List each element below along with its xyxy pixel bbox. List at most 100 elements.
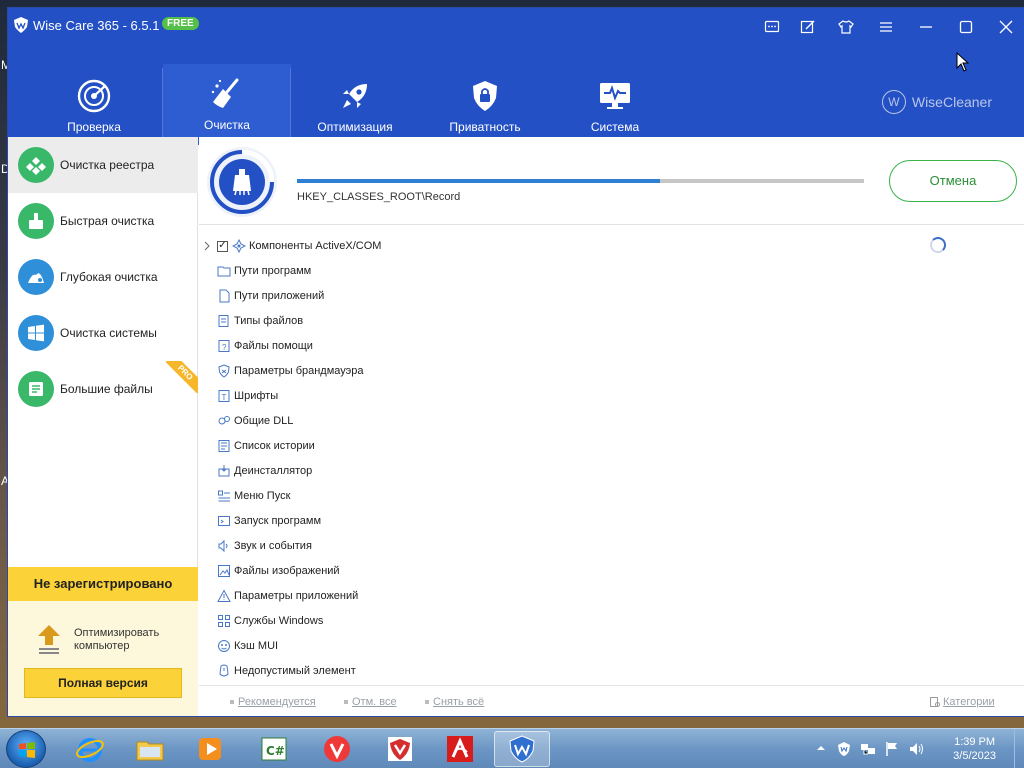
cancel-button[interactable]: Отмена [889,160,1017,202]
tab-label: Система [590,120,640,134]
mouse-cursor-icon [956,52,970,72]
action-center-flag-icon[interactable] [884,741,900,757]
sidebar-item-label: Быстрая очистка [60,214,155,228]
sidebar-item-registry-cleaner[interactable]: Очистка реестра [8,137,198,193]
recommended-link[interactable]: Рекомендуется [230,696,316,708]
taskbar-vivaldi[interactable] [309,731,365,767]
category-item[interactable]: Пути программ [217,260,311,282]
tab-system[interactable]: Система [551,66,679,144]
windows-flag-icon [19,742,35,758]
tab-label: Проверка [67,120,121,134]
category-item[interactable]: ✓ Компоненты ActiveX/COM [203,235,381,257]
category-item[interactable]: Типы файлов [217,310,303,332]
close-button[interactable] [997,18,1015,36]
image-file-icon [217,564,231,578]
content-area: HKEY_CLASSES_ROOT\Record Отмена ✓ Компоне… [199,137,1024,716]
category-item[interactable]: Общие DLL [217,410,293,432]
tray-wise-care-icon[interactable] [836,741,852,757]
shield-lock-icon [473,81,497,111]
category-label: Кэш MUI [234,640,279,652]
antivirus-shield-icon [388,737,412,761]
category-item[interactable]: Кэш MUI [217,635,278,657]
sidebar-item-system-clean[interactable]: Очистка системы [8,305,198,361]
services-icon [217,614,231,628]
category-item[interactable]: Деинсталлятор [217,460,312,482]
taskbar-antivirus[interactable] [372,731,428,767]
activex-icon [232,239,246,253]
wisecleaner-brand[interactable]: W WiseCleaner [881,90,992,114]
menu-button[interactable] [877,18,895,36]
internet-explorer-icon [76,738,104,762]
sidebar-item-large-files[interactable]: Большие файлы PRO [8,361,198,417]
tab-label: Очистка [204,118,250,132]
tray-overflow-chevron-icon[interactable] [816,743,826,753]
category-item[interactable]: Недопустимый элемент [217,660,356,682]
taskbar-wise-care[interactable] [494,731,550,767]
taskbar-avira[interactable] [432,731,488,767]
deep-clean-icon [18,259,54,295]
brand-name: WiseCleaner [911,94,992,110]
skin-button[interactable] [837,18,855,36]
edition-badge: FREE [162,17,199,30]
chat-icon [764,20,780,33]
window-title: Wise Care 365 - 6.5.1 [33,18,160,33]
category-item[interactable]: Пути приложений [217,285,324,307]
wisecleaner-logo-icon: W [881,90,906,114]
category-item[interactable]: T Шрифты [217,385,278,407]
maximize-button[interactable] [957,18,975,36]
sidebar-item-label: Очистка реестра [60,158,155,172]
optimize-promo-text: Оптимизировать компьютер [74,627,160,652]
category-item[interactable]: Службы Windows [217,610,323,632]
sidebar-item-quick-clean[interactable]: Быстрая очистка [8,193,198,249]
category-item[interactable]: ? Файлы помощи [217,335,313,357]
tab-optimization[interactable]: Оптимизация [291,66,419,144]
large-files-icon [18,371,54,407]
close-icon [999,20,1013,34]
category-item[interactable]: Файлы изображений [217,560,340,582]
wise-care-logo-icon [14,17,28,33]
category-item[interactable]: Параметры брандмауэра [217,360,364,382]
svg-text:?: ? [222,343,227,352]
check-all-link[interactable]: Отм. все [344,696,397,708]
category-checkbox[interactable]: ✓ [217,240,228,252]
expand-chevron-icon[interactable] [203,241,211,251]
taskbar-csharp-editor[interactable]: C# [246,731,302,767]
category-item[interactable]: Запуск программ [217,510,321,532]
edit-button[interactable] [799,18,817,36]
category-item[interactable]: Список истории [217,435,315,457]
uncheck-all-link[interactable]: Снять всё [425,696,484,708]
windows-logo-icon [18,315,54,351]
app-window: Wise Care 365 - 6.5.1 FREE Проверка Очис… [8,8,1024,716]
category-label: Деинсталлятор [234,465,313,477]
network-icon[interactable] [860,741,876,757]
category-item[interactable]: Звук и события [217,535,312,557]
tab-check[interactable]: Проверка [30,66,158,144]
categories-icon [930,697,940,708]
title-bar[interactable]: Wise Care 365 - 6.5.1 FREE [8,8,1024,48]
categories-link[interactable]: Категории [929,696,995,708]
taskbar-file-explorer[interactable] [122,731,178,767]
tab-privacy[interactable]: Приватность [421,66,549,144]
loading-spinner-icon [930,237,946,253]
registration-panel: Не зарегистрировано Оптимизировать компь… [8,567,198,716]
hamburger-menu-icon [880,22,892,32]
tab-cleanup[interactable]: Очистка [163,64,291,145]
minimize-button[interactable] [917,18,935,36]
font-icon: T [217,389,231,403]
rocket-icon [343,84,367,108]
startup-icon [217,514,231,528]
full-version-button[interactable]: Полная версия [24,668,182,698]
feedback-button[interactable] [763,18,781,36]
category-label: Список истории [234,440,315,452]
category-item[interactable]: Параметры приложений [217,585,358,607]
sidebar-item-deep-clean[interactable]: Глубокая очистка [8,249,198,305]
show-desktop-button[interactable] [1014,729,1024,768]
category-item[interactable]: Меню Пуск [217,485,290,507]
category-label: Файлы помощи [234,340,313,352]
taskbar-media-player[interactable] [182,731,238,767]
taskbar-internet-explorer[interactable] [62,731,118,767]
volume-icon[interactable] [908,741,924,757]
vivaldi-icon [324,736,350,762]
start-button[interactable] [6,730,46,768]
clock[interactable]: 1:39 PM 3/5/2023 [953,735,996,763]
